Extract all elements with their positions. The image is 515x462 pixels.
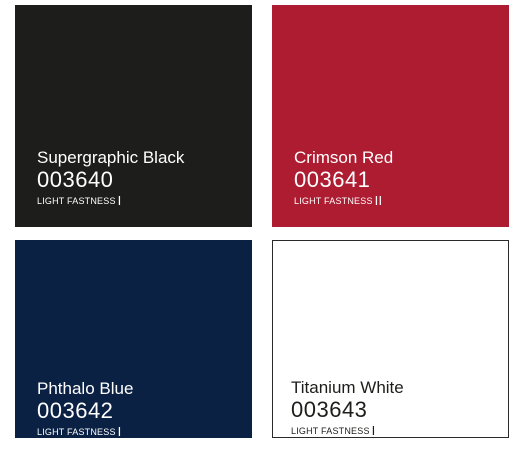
swatch-caption: Crimson Red 003641 LIGHT FASTNESS II <box>294 149 393 207</box>
light-fastness-label: LIGHT FASTNESS <box>294 196 373 206</box>
swatch-crimson-red[interactable]: Crimson Red 003641 LIGHT FASTNESS II <box>272 5 509 227</box>
swatch-caption: Titanium White 003643 LIGHT FASTNESS I <box>291 379 404 437</box>
light-fastness: LIGHT FASTNESS I <box>291 424 404 437</box>
light-fastness-label: LIGHT FASTNESS <box>291 426 370 436</box>
light-fastness-value: I <box>371 423 376 438</box>
swatch-phthalo-blue[interactable]: Phthalo Blue 003642 LIGHT FASTNESS I <box>15 240 252 438</box>
light-fastness-value: I <box>117 193 122 208</box>
swatch-code: 003641 <box>294 167 371 192</box>
light-fastness: LIGHT FASTNESS I <box>37 194 184 207</box>
light-fastness-label: LIGHT FASTNESS <box>37 196 116 206</box>
swatch-name: Titanium White <box>291 378 404 397</box>
swatch-code: 003643 <box>291 397 368 422</box>
light-fastness: LIGHT FASTNESS I <box>37 425 133 438</box>
swatch-caption: Phthalo Blue 003642 LIGHT FASTNESS I <box>37 380 133 438</box>
swatch-titanium-white[interactable]: Titanium White 003643 LIGHT FASTNESS I <box>272 240 509 438</box>
light-fastness-value: II <box>374 193 383 208</box>
swatch-caption: Supergraphic Black 003640 LIGHT FASTNESS… <box>37 149 184 207</box>
swatch-code: 003642 <box>37 398 114 423</box>
swatch-supergraphic-black[interactable]: Supergraphic Black 003640 LIGHT FASTNESS… <box>15 5 252 227</box>
swatch-name: Crimson Red <box>294 148 394 167</box>
swatch-name: Phthalo Blue <box>37 379 134 398</box>
light-fastness: LIGHT FASTNESS II <box>294 194 393 207</box>
light-fastness-label: LIGHT FASTNESS <box>37 427 116 437</box>
swatch-code: 003640 <box>37 167 114 192</box>
light-fastness-value: I <box>117 424 122 439</box>
swatch-name: Supergraphic Black <box>37 148 185 167</box>
